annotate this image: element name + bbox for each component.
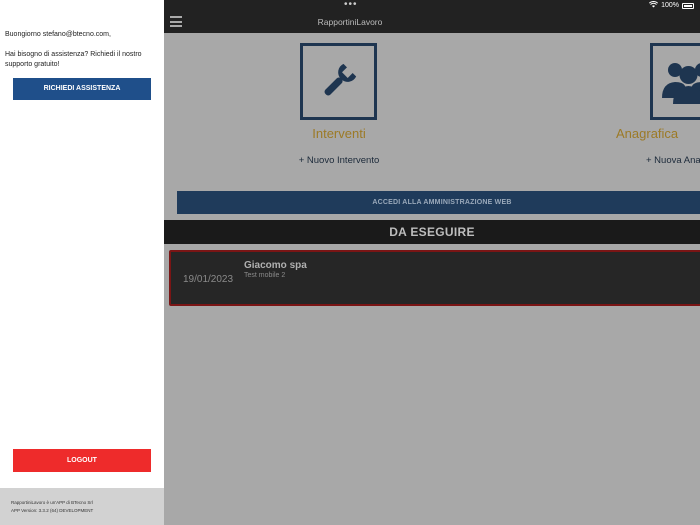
people-icon [662, 63, 700, 104]
task-subtitle: Test mobile 2 [244, 272, 286, 279]
admin-web-button[interactable]: ACCEDI ALLA AMMINISTRAZIONE WEB [177, 191, 700, 214]
new-intervento-link[interactable]: + Nuovo Intervento [264, 155, 414, 166]
battery-percent: 100% [661, 2, 679, 9]
anagrafica-tile[interactable] [650, 43, 700, 120]
drawer-footer: RapportiniLavoro è un'APP di BTecno Srl … [0, 488, 164, 525]
battery-icon [682, 2, 694, 9]
wrench-icon [324, 63, 357, 96]
interventi-label: Interventi [312, 126, 366, 141]
app-screen: ••• 100% RapportiniLavoro Interventi Ana… [0, 0, 700, 525]
interventi-tile[interactable] [300, 43, 377, 120]
main-content: ••• 100% RapportiniLavoro Interventi Ana… [164, 0, 700, 525]
company-info: RapportiniLavoro è un'APP di BTecno Srl [11, 500, 93, 505]
greeting-text: Buongiorno stefano@btecno.com, [5, 31, 111, 38]
new-anagrafica-link[interactable]: + Nuova Ana [646, 155, 700, 166]
nav-bar: RapportiniLavoro [164, 10, 700, 33]
task-card[interactable]: 19/01/2023 Giacomo spa Test mobile 2 [169, 250, 700, 306]
task-title: Giacomo spa [244, 260, 307, 271]
app-version: APP Version: 3.3.2 (64) DEVELOPMENT [11, 508, 94, 513]
status-right: 100% [649, 1, 694, 10]
logout-button[interactable]: LOGOUT [13, 449, 151, 472]
status-bar: ••• 100% [164, 0, 700, 10]
task-date: 19/01/2023 [183, 274, 234, 285]
app-title: RapportiniLavoro [317, 17, 383, 27]
anagrafica-label: Anagrafica [616, 126, 679, 141]
multitask-dots-icon: ••• [344, 0, 358, 10]
request-assistance-button[interactable]: RICHIEDI ASSISTENZA [13, 78, 151, 100]
help-text: Hai bisogno di assistenza? Richiedi il n… [5, 51, 142, 68]
wifi-icon [649, 1, 659, 10]
side-drawer: Buongiorno stefano@btecno.com, Hai bisog… [0, 0, 164, 525]
section-title: DA ESEGUIRE [164, 220, 700, 244]
